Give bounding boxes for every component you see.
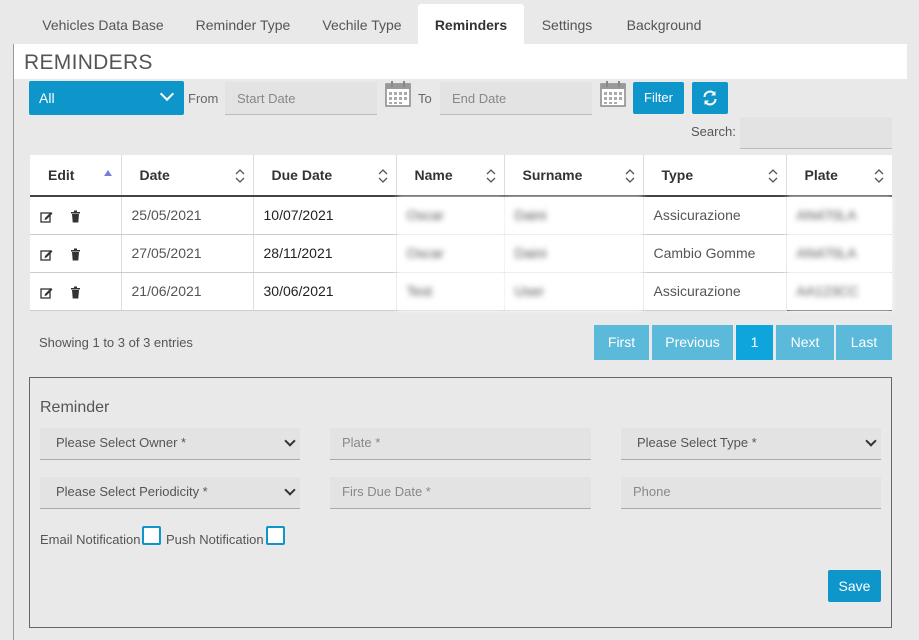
- col-header-plate[interactable]: Plate: [786, 155, 892, 197]
- date-cell: 25/05/2021: [121, 196, 254, 235]
- col-header-label: Name: [414, 167, 453, 183]
- col-header-date[interactable]: Date: [121, 155, 254, 197]
- col-header-label: Due Date: [271, 167, 333, 183]
- plate-cell: AN470LA: [786, 196, 892, 235]
- tab-background[interactable]: Background: [610, 4, 718, 44]
- edit-icon[interactable]: [40, 248, 53, 261]
- plate-cell: AA123CC: [786, 272, 892, 311]
- col-header-label: Surname: [522, 167, 583, 183]
- type-select[interactable]: Please Select Type *: [621, 428, 881, 460]
- refresh-button[interactable]: [692, 82, 728, 114]
- page-title: REMINDERS: [24, 51, 153, 74]
- trash-icon[interactable]: [69, 286, 82, 299]
- calendar-icon[interactable]: [385, 81, 411, 107]
- table-row: 25/05/2021 10/07/2021 Oscar Daini Assicu…: [30, 196, 892, 235]
- chevron-down-icon: [865, 435, 877, 447]
- chevron-down-icon: [284, 484, 296, 496]
- start-date-input[interactable]: Start Date: [225, 82, 377, 115]
- push-notification-checkbox[interactable]: [266, 526, 285, 545]
- table-header-row: Edit Date Due Date Name Surname Type Pla…: [30, 155, 892, 197]
- chevron-down-icon: [159, 86, 175, 102]
- calendar-icon[interactable]: [600, 81, 626, 107]
- edit-cell: [30, 196, 122, 235]
- col-header-surname[interactable]: Surname: [504, 155, 644, 197]
- filter-button[interactable]: Filter: [633, 82, 684, 114]
- tab-settings[interactable]: Settings: [526, 4, 608, 44]
- sort-asc-icon: [103, 170, 112, 176]
- tab-vehicles-data-base[interactable]: Vehicles Data Base: [28, 4, 178, 44]
- name-cell: Test: [396, 272, 505, 311]
- tab-bar: Vehicles Data Base Reminder Type Vechile…: [0, 0, 919, 44]
- surname-cell: User: [504, 272, 644, 311]
- due-date-cell: 10/07/2021: [253, 196, 397, 235]
- edit-icon[interactable]: [40, 286, 53, 299]
- col-header-type[interactable]: Type: [643, 155, 787, 197]
- search-input[interactable]: [740, 117, 892, 149]
- col-header-label: Edit: [48, 167, 75, 183]
- surname-cell: Daini: [504, 196, 644, 235]
- type-cell: Cambio Gomme: [643, 234, 787, 273]
- email-notification-checkbox[interactable]: [142, 526, 161, 545]
- tab-reminders[interactable]: Reminders: [418, 4, 524, 44]
- trash-icon[interactable]: [69, 248, 82, 261]
- plate-input[interactable]: Plate *: [330, 428, 591, 460]
- col-header-name[interactable]: Name: [396, 155, 505, 197]
- pager-previous-button[interactable]: Previous: [652, 325, 733, 360]
- end-date-input[interactable]: End Date: [440, 82, 592, 115]
- table-info: Showing 1 to 3 of 3 entries: [39, 335, 193, 350]
- owner-select-value: Please Select Owner *: [56, 435, 187, 450]
- sort-both-icon: [768, 169, 777, 183]
- type-cell: Assicurazione: [643, 272, 787, 311]
- first-due-date-input[interactable]: Firs Due Date *: [330, 477, 591, 509]
- tab-vechile-type[interactable]: Vechile Type: [308, 4, 416, 44]
- plate-cell: AN470LA: [786, 234, 892, 273]
- pager-next-button[interactable]: Next: [776, 325, 834, 360]
- push-notification-label: Push Notification: [166, 532, 264, 547]
- owner-filter-value: All: [39, 90, 55, 106]
- sort-both-icon: [378, 169, 387, 183]
- search-label: Search:: [691, 124, 736, 139]
- periodicity-select-value: Please Select Periodicity *: [56, 484, 208, 499]
- chevron-down-icon: [284, 435, 296, 447]
- to-label: To: [418, 91, 432, 106]
- col-header-label: Date: [139, 167, 170, 183]
- name-cell: Oscar: [396, 234, 505, 273]
- pager-last-button[interactable]: Last: [836, 325, 892, 360]
- table-row: 27/05/2021 28/11/2021 Oscar Daini Cambio…: [30, 234, 892, 273]
- due-date-cell: 30/06/2021: [253, 272, 397, 311]
- sort-both-icon: [874, 169, 884, 183]
- sort-both-icon: [625, 169, 634, 183]
- edit-cell: [30, 234, 122, 273]
- type-cell: Assicurazione: [643, 196, 787, 235]
- tab-reminder-type[interactable]: Reminder Type: [180, 4, 306, 44]
- owner-select[interactable]: Please Select Owner *: [40, 428, 300, 460]
- sort-both-icon: [486, 169, 495, 183]
- surname-cell: Daini: [504, 234, 644, 273]
- col-header-label: Type: [661, 167, 694, 183]
- pager-first-button[interactable]: First: [594, 325, 649, 360]
- pager-page-1-button[interactable]: 1: [736, 325, 773, 360]
- trash-icon[interactable]: [69, 210, 82, 223]
- col-header-label: Plate: [804, 167, 838, 183]
- col-header-edit[interactable]: Edit: [30, 155, 122, 197]
- table-row: 21/06/2021 30/06/2021 Test User Assicura…: [30, 272, 892, 311]
- reminders-table: Edit Date Due Date Name Surname Type Pla…: [30, 155, 892, 311]
- name-cell: Oscar: [396, 196, 505, 235]
- form-title: Reminder: [40, 399, 110, 416]
- owner-filter-select[interactable]: All: [29, 81, 184, 115]
- phone-input[interactable]: Phone: [621, 477, 881, 509]
- edit-icon[interactable]: [40, 210, 53, 223]
- type-select-value: Please Select Type *: [637, 435, 757, 450]
- refresh-icon: [703, 90, 717, 106]
- date-cell: 21/06/2021: [121, 272, 254, 311]
- date-cell: 27/05/2021: [121, 234, 254, 273]
- periodicity-select[interactable]: Please Select Periodicity *: [40, 477, 300, 509]
- edit-cell: [30, 272, 122, 311]
- from-label: From: [188, 91, 219, 106]
- sort-both-icon: [235, 169, 244, 183]
- email-notification-label: Email Notification: [40, 532, 141, 547]
- due-date-cell: 28/11/2021: [253, 234, 397, 273]
- save-button[interactable]: Save: [828, 570, 881, 602]
- col-header-due-date[interactable]: Due Date: [253, 155, 397, 197]
